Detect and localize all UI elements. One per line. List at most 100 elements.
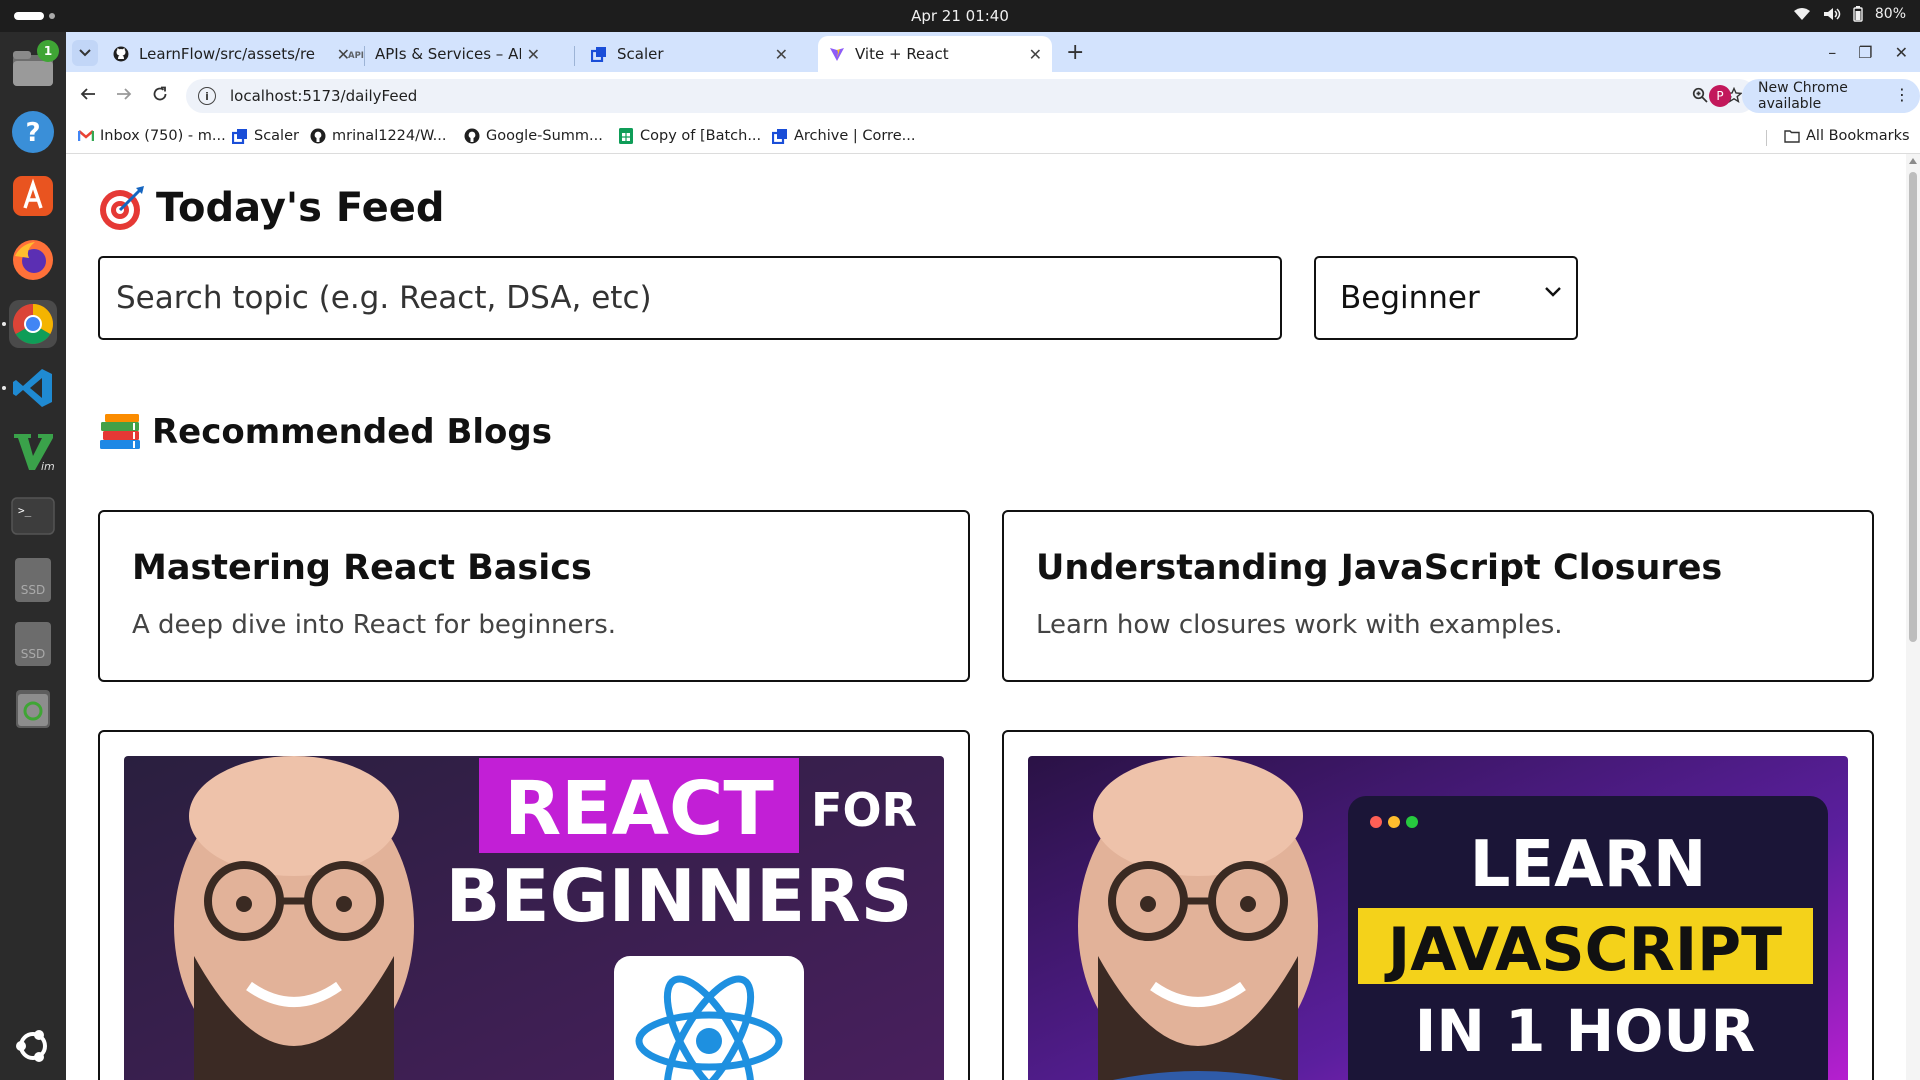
- bookmark-mrinal1224[interactable]: mrinal1224/W...: [310, 128, 447, 144]
- react-logo-icon: [614, 956, 804, 1080]
- help-icon[interactable]: ?: [9, 108, 57, 156]
- close-icon[interactable]: ✕: [775, 45, 788, 64]
- tab-learnflow[interactable]: LearnFlow/src/assets/re ✕: [102, 36, 360, 72]
- svg-text:API: API: [348, 51, 364, 60]
- bookmarks-bar: Inbox (750) - m... Scaler mrinal1224/W..…: [66, 120, 1920, 154]
- presenter-illustration: [174, 756, 414, 1080]
- back-button[interactable]: [80, 86, 96, 107]
- scaler-icon: [590, 45, 608, 63]
- close-icon[interactable]: ✕: [527, 45, 540, 64]
- volume-icon: [1823, 7, 1841, 21]
- bookmark-scaler[interactable]: Scaler: [232, 128, 299, 144]
- tab-scaler[interactable]: Scaler ✕: [580, 36, 798, 72]
- tab-title: Vite + React: [855, 45, 949, 63]
- system-clock[interactable]: Apr 21 01:40: [0, 7, 1920, 25]
- browser-window: LearnFlow/src/assets/re ✕ API APIs & Ser…: [66, 32, 1920, 1080]
- tab-vite-react[interactable]: Vite + React ✕: [818, 36, 1052, 72]
- scrollbar-thumb[interactable]: [1909, 172, 1917, 642]
- site-info-icon[interactable]: i: [198, 87, 216, 105]
- scaler-icon: [232, 128, 248, 144]
- chevron-down-icon: [79, 49, 91, 57]
- vim-icon[interactable]: im: [9, 428, 57, 476]
- blog-title[interactable]: Understanding JavaScript Closures: [1036, 548, 1872, 588]
- bookmark-archive[interactable]: Archive | Corre...: [772, 128, 915, 144]
- dock: 1 ? im >_ SSD SSD: [0, 32, 66, 1080]
- thumb-text: FOR: [811, 783, 917, 837]
- bookmark-label: Copy of [Batch...: [640, 128, 762, 144]
- kebab-menu-icon[interactable]: ⋮: [1894, 85, 1910, 104]
- trash-icon[interactable]: [9, 684, 57, 732]
- blog-description: Learn how closures work with examples.: [1036, 610, 1563, 640]
- bookmark-label: mrinal1224/W...: [332, 128, 447, 144]
- tab-apis-services[interactable]: API APIs & Services – APIs & S ✕: [338, 36, 550, 72]
- files-icon[interactable]: 1: [9, 40, 59, 92]
- svg-text:?: ?: [25, 118, 40, 148]
- chrome-icon[interactable]: [9, 300, 57, 348]
- github-icon: [310, 128, 326, 144]
- tab-search-button[interactable]: [72, 40, 98, 66]
- tab-separator: [574, 46, 575, 66]
- all-bookmarks-button[interactable]: All Bookmarks: [1784, 128, 1910, 144]
- page-viewport: Today's Feed Beginner Recommended Blogs …: [66, 154, 1920, 1080]
- tab-title: LearnFlow/src/assets/re: [139, 45, 316, 63]
- all-bookmarks-label: All Bookmarks: [1806, 128, 1910, 144]
- forward-button[interactable]: [116, 86, 132, 107]
- app-center-icon[interactable]: [9, 172, 57, 220]
- github-icon: [112, 45, 130, 63]
- scroll-up-arrow-icon[interactable]: [1909, 158, 1917, 164]
- bookmark-google-summ[interactable]: Google-Summ...: [464, 128, 603, 144]
- chevron-down-icon: [1545, 287, 1561, 297]
- vscode-icon[interactable]: [9, 364, 57, 412]
- thumb-text: LEARN: [1470, 828, 1707, 902]
- zoom-icon[interactable]: [1692, 87, 1708, 107]
- video-thumbnail[interactable]: REACT FOR BEGINNERS: [124, 756, 944, 1080]
- bookmark-copy-of-batch[interactable]: Copy of [Batch...: [618, 128, 761, 144]
- reload-button[interactable]: [152, 86, 168, 107]
- close-window-icon[interactable]: ✕: [1895, 43, 1908, 62]
- battery-percent: 80%: [1874, 6, 1906, 22]
- svg-text:im: im: [41, 460, 55, 473]
- ssd-drive-icon[interactable]: SSD: [9, 556, 57, 604]
- new-chrome-available-button[interactable]: New Chrome available ⋮: [1742, 79, 1920, 113]
- bookmark-separator: [1766, 130, 1767, 146]
- ssd-drive-icon[interactable]: SSD: [9, 620, 57, 668]
- bookmark-label: Archive | Corre...: [794, 128, 916, 144]
- tab-title: APIs & Services – APIs & S: [375, 45, 521, 63]
- bookmark-label: Scaler: [254, 128, 299, 144]
- terminal-icon[interactable]: >_: [9, 492, 57, 540]
- system-tray[interactable]: 80%: [1793, 6, 1906, 22]
- blog-card[interactable]: Understanding JavaScript Closures Learn …: [1002, 510, 1874, 682]
- page-title: Today's Feed: [98, 184, 445, 232]
- blog-card[interactable]: Mastering React Basics A deep dive into …: [98, 510, 970, 682]
- system-top-bar: Apr 21 01:40 80%: [0, 0, 1920, 32]
- arrow-right-icon: [117, 88, 132, 100]
- minimize-icon[interactable]: –: [1828, 43, 1836, 62]
- battery-icon: [1853, 6, 1863, 22]
- blog-title[interactable]: Mastering React Basics: [132, 548, 968, 588]
- ssd-label: SSD: [21, 647, 45, 661]
- bookmark-label: Inbox (750) - m...: [100, 128, 226, 144]
- address-bar[interactable]: i localhost:5173/dailyFeed: [186, 79, 1756, 113]
- bookmark-inbox[interactable]: Inbox (750) - m...: [78, 128, 226, 144]
- url-text[interactable]: localhost:5173/dailyFeed: [230, 87, 417, 105]
- video-card[interactable]: REACT FOR BEGINNERS: [98, 730, 970, 1080]
- page-scrollbar[interactable]: [1906, 154, 1920, 1080]
- thumb-text: IN 1 HOUR: [1415, 997, 1755, 1065]
- close-icon[interactable]: ✕: [1029, 45, 1042, 64]
- restore-icon[interactable]: ❐: [1858, 43, 1872, 62]
- scaler-icon: [772, 128, 788, 144]
- browser-toolbar: i localhost:5173/dailyFeed P New Chrome …: [66, 72, 1920, 120]
- thumb-text: BEGINNERS: [446, 854, 913, 938]
- gmail-icon: [78, 128, 94, 144]
- firefox-icon[interactable]: [9, 236, 57, 284]
- video-thumbnail[interactable]: LEARN JAVASCRIPT IN 1 HOUR: [1028, 756, 1848, 1080]
- level-select[interactable]: Beginner: [1314, 256, 1578, 340]
- video-card[interactable]: LEARN JAVASCRIPT IN 1 HOUR: [1002, 730, 1874, 1080]
- section-title-text: Recommended Blogs: [152, 412, 552, 452]
- ubuntu-apps-icon[interactable]: [9, 1022, 57, 1070]
- topic-search-input[interactable]: [98, 256, 1282, 340]
- ssd-label: SSD: [21, 583, 45, 597]
- thumb-text: REACT: [504, 766, 774, 852]
- profile-avatar[interactable]: P: [1709, 85, 1731, 107]
- new-tab-button[interactable]: +: [1066, 40, 1084, 65]
